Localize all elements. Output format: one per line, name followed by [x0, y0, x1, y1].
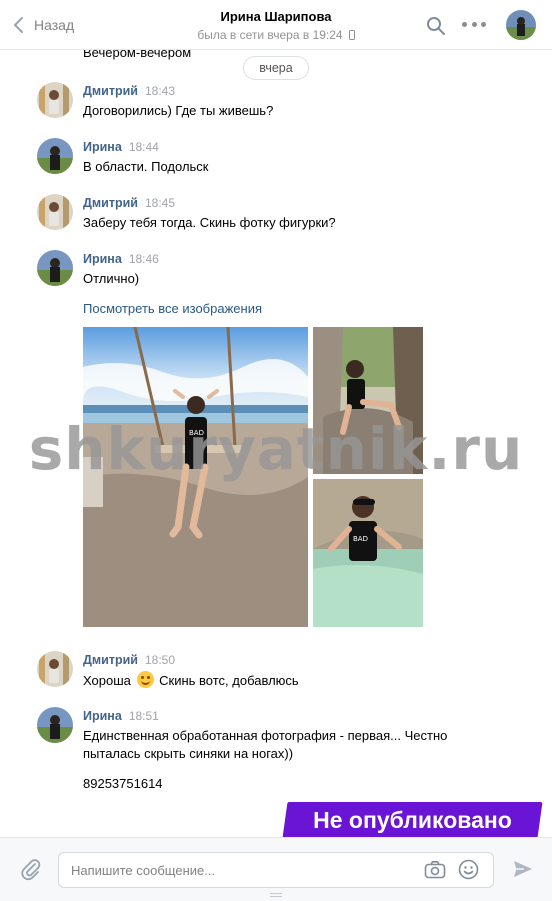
emoji-icon[interactable] [458, 859, 479, 880]
message-text: Договорились) Где ты живешь? [83, 103, 274, 118]
resize-handle[interactable] [270, 893, 282, 897]
photo-text: BAD [353, 535, 368, 543]
date-divider: вчера [243, 56, 309, 80]
message-text: Вечером-вечером [83, 50, 192, 60]
message-time: 18:43 [144, 84, 175, 98]
message-text: Хороша Скинь вотс, добавлюсь [83, 671, 299, 688]
photo-attachment[interactable]: BAD [313, 479, 423, 627]
see-all-images-link[interactable]: Посмотреть все изображения [83, 301, 262, 316]
message-author[interactable]: Дмитрий 18:50 [83, 653, 175, 667]
message-time: 18:51 [128, 709, 159, 723]
message-text: Отлично) [83, 271, 140, 286]
back-button[interactable]: Назад [12, 14, 74, 36]
paperclip-icon[interactable] [19, 858, 43, 882]
avatar[interactable] [37, 138, 73, 174]
message-text: 89253751614 [83, 776, 163, 791]
mobile-phone-icon [348, 30, 355, 40]
message-input[interactable] [71, 853, 411, 887]
message-time: 18:45 [144, 196, 175, 210]
message-author[interactable]: Дмитрий 18:43 [83, 84, 175, 98]
search-icon[interactable] [426, 16, 446, 36]
unpublished-badge: Не опубликовано [313, 807, 512, 833]
message-text: В области. Подольск [83, 159, 209, 174]
back-label: Назад [34, 17, 75, 33]
message-time: 18:50 [144, 653, 175, 667]
peer-status: была в сети вчера в 19:24 [197, 28, 355, 42]
send-icon[interactable] [512, 858, 534, 880]
chevron-left-icon [14, 17, 23, 33]
chat-header: Назад Ирина Шарипова была в сети вчера в… [0, 0, 552, 50]
smiling-face-emoji-icon [136, 671, 154, 688]
avatar[interactable] [37, 707, 73, 743]
message-text: Единственная обработанная фотография - п… [83, 728, 448, 761]
avatar[interactable] [37, 250, 73, 286]
more-options-icon[interactable] [462, 22, 486, 28]
avatar[interactable] [37, 82, 73, 118]
last-seen-text: была в сети вчера в 19:24 [197, 28, 343, 42]
avatar[interactable] [37, 194, 73, 230]
message-author[interactable]: Дмитрий 18:45 [83, 196, 175, 210]
avatar[interactable] [37, 651, 73, 687]
watermark: shkuryatnik.ru [28, 415, 524, 483]
message-text: Заберу тебя тогда. Скинь фотку фигурки? [83, 215, 336, 230]
message-author[interactable]: Ирина 18:46 [83, 252, 159, 266]
camera-icon[interactable] [424, 860, 446, 880]
message-author[interactable]: Ирина 18:51 [83, 709, 159, 723]
message-time: 18:46 [128, 252, 159, 266]
message-time: 18:44 [128, 140, 159, 154]
peer-avatar[interactable] [506, 10, 536, 40]
message-author[interactable]: Ирина 18:44 [83, 140, 159, 154]
